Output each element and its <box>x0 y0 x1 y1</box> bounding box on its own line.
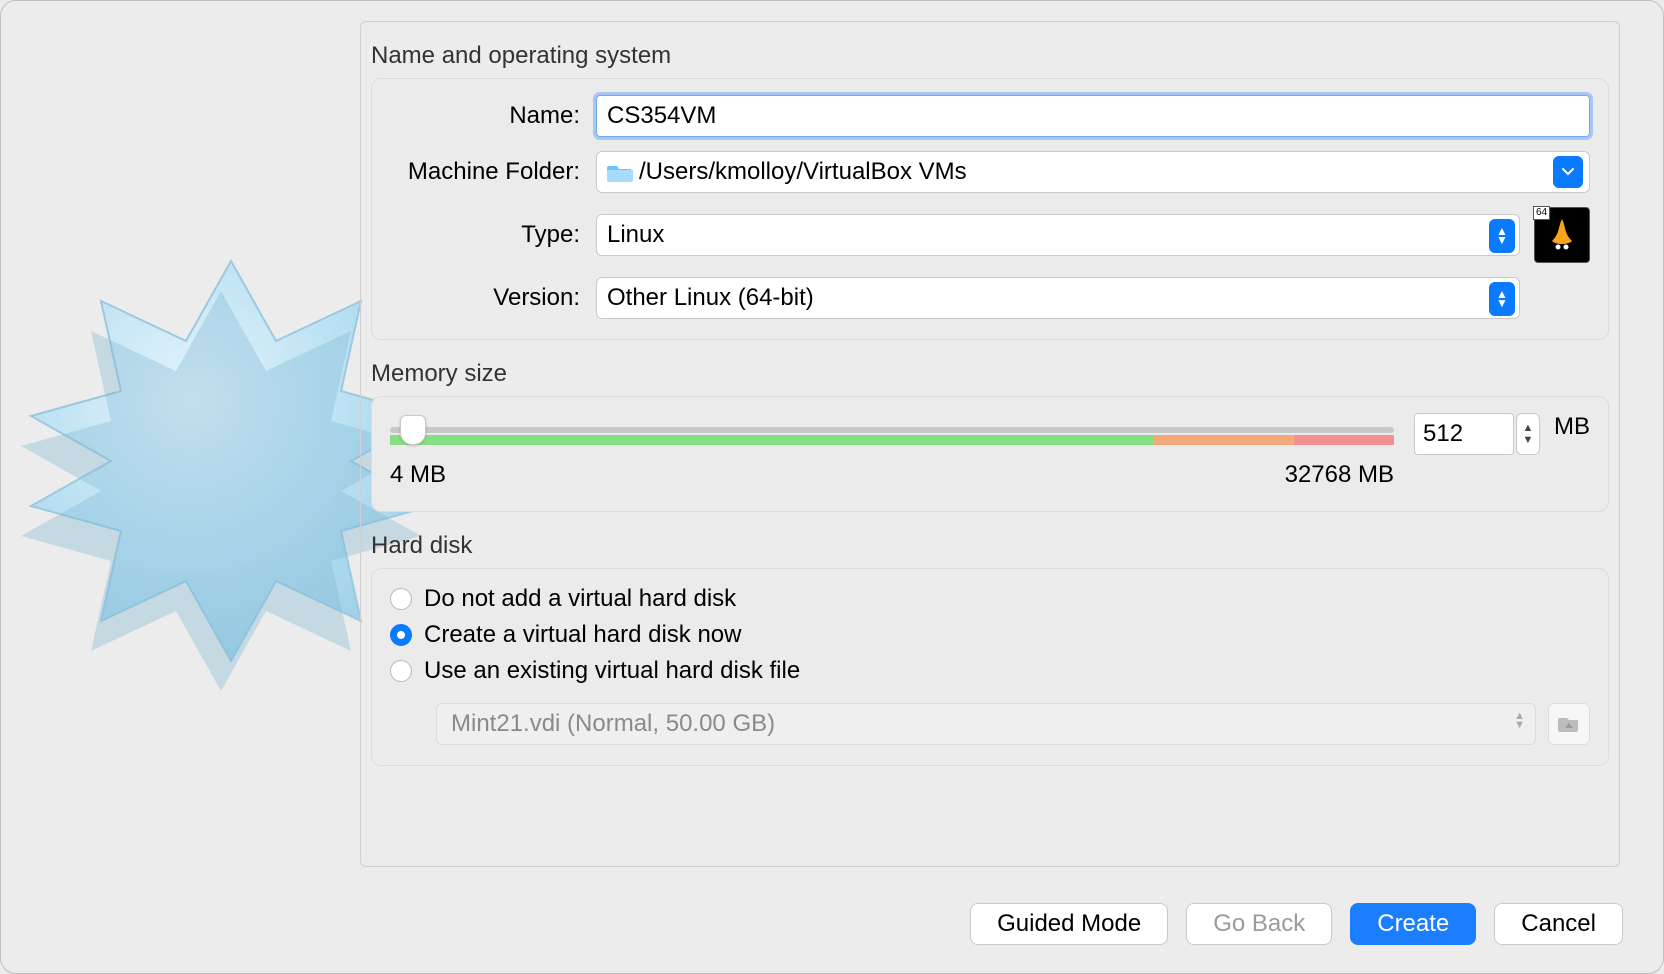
existing-disk-select: Mint21.vdi (Normal, 50.00 GB) ▲▼ <box>436 703 1536 745</box>
go-back-button[interactable]: Go Back <box>1186 903 1332 945</box>
memory-min-label: 4 MB <box>390 461 446 489</box>
updown-icon[interactable]: ▲▼ <box>1489 219 1515 253</box>
cancel-button[interactable]: Cancel <box>1494 903 1623 945</box>
memory-stepper[interactable]: ▲ ▼ <box>1516 413 1540 455</box>
section-harddisk-label: Hard disk <box>371 532 1619 560</box>
memory-unit-label: MB <box>1554 413 1590 441</box>
type-label: Type: <box>390 221 580 249</box>
radio-icon <box>390 660 412 682</box>
slider-thumb[interactable] <box>400 415 426 445</box>
radio-no-disk[interactable]: Do not add a virtual hard disk <box>390 585 1590 613</box>
group-harddisk: Do not add a virtual hard disk Create a … <box>371 568 1609 766</box>
type-value: Linux <box>607 221 664 249</box>
chevron-down-icon[interactable] <box>1553 156 1583 188</box>
radio-existing-disk[interactable]: Use an existing virtual hard disk file <box>390 657 1590 685</box>
version-label: Version: <box>390 284 580 312</box>
name-label: Name: <box>390 102 580 130</box>
radio-create-disk[interactable]: Create a virtual hard disk now <box>390 621 1590 649</box>
chevron-up-icon: ▲ <box>1523 422 1534 434</box>
memory-slider[interactable]: 4 MB 32768 MB <box>390 413 1394 473</box>
os-icon: 64 <box>1534 207 1590 263</box>
version-value: Other Linux (64-bit) <box>607 284 814 312</box>
memory-value-input[interactable] <box>1414 413 1514 455</box>
guided-mode-button[interactable]: Guided Mode <box>970 903 1168 945</box>
radio-no-disk-label: Do not add a virtual hard disk <box>424 585 736 613</box>
updown-icon[interactable]: ▲▼ <box>1489 282 1515 316</box>
machine-folder-label: Machine Folder: <box>390 158 580 186</box>
wizard-button-bar: Guided Mode Go Back Create Cancel <box>970 903 1623 945</box>
radio-checked-icon <box>390 624 412 646</box>
folder-icon <box>607 162 633 182</box>
machine-folder-value: /Users/kmolloy/VirtualBox VMs <box>639 158 967 186</box>
existing-disk-value: Mint21.vdi (Normal, 50.00 GB) <box>451 710 775 738</box>
version-select[interactable]: Other Linux (64-bit) ▲▼ <box>596 277 1520 319</box>
wizard-panel: Name and operating system Name: Machine … <box>360 21 1620 867</box>
os-arch-badge: 64 <box>1533 206 1550 220</box>
memory-max-label: 32768 MB <box>1285 461 1394 489</box>
browse-disk-button <box>1548 703 1590 745</box>
radio-existing-disk-label: Use an existing virtual hard disk file <box>424 657 800 685</box>
machine-folder-combo[interactable]: /Users/kmolloy/VirtualBox VMs <box>596 151 1590 193</box>
section-name-os-label: Name and operating system <box>371 42 1619 70</box>
radio-create-disk-label: Create a virtual hard disk now <box>424 621 741 649</box>
chevron-down-icon: ▼ <box>1523 434 1534 446</box>
radio-icon <box>390 588 412 610</box>
updown-disabled-icon: ▲▼ <box>1514 712 1525 730</box>
section-memory-label: Memory size <box>371 360 1619 388</box>
name-input[interactable] <box>596 95 1590 137</box>
create-button[interactable]: Create <box>1350 903 1476 945</box>
group-memory: 4 MB 32768 MB ▲ ▼ MB <box>371 396 1609 512</box>
group-name-os: Name: Machine Folder: /Users/kmolloy/Vir… <box>371 78 1609 340</box>
type-select[interactable]: Linux ▲▼ <box>596 214 1520 256</box>
